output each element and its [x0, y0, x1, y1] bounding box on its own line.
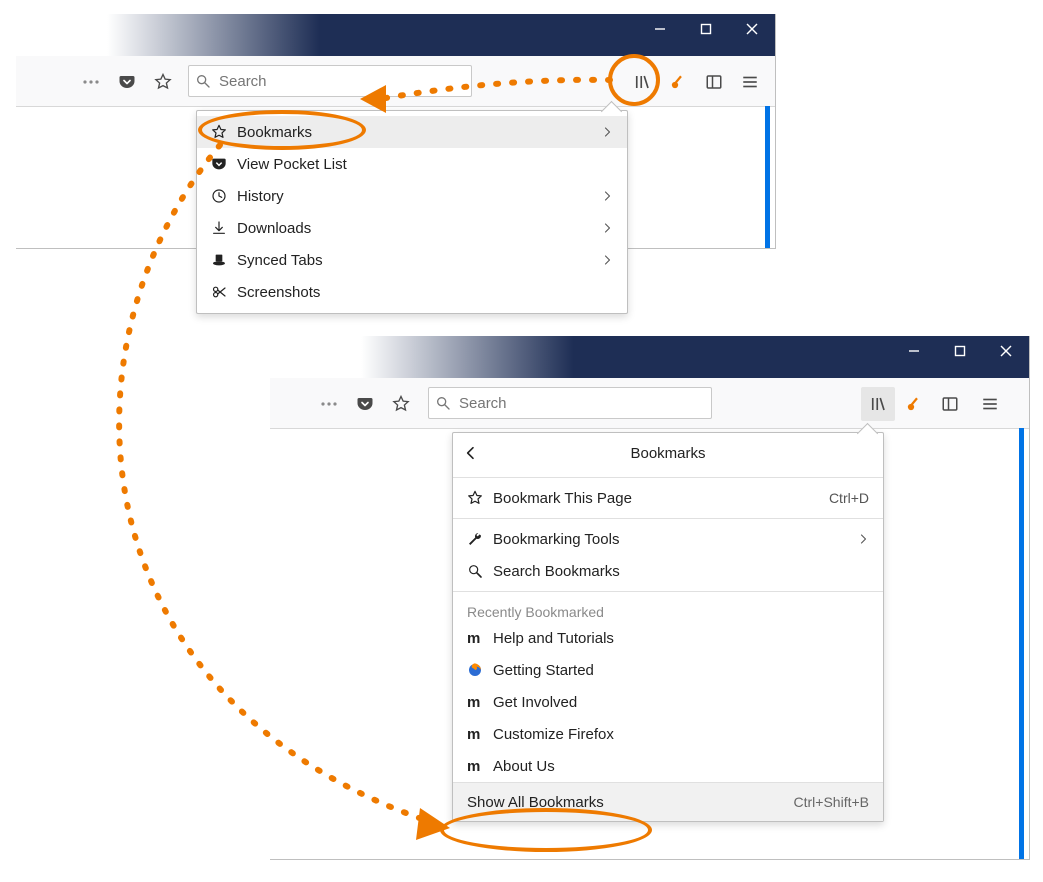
back-button[interactable]: [463, 433, 479, 473]
screenshots-icon: [211, 284, 233, 300]
window1-minimize-button[interactable]: [637, 14, 683, 44]
bookmark-this-page-item-label: Bookmark This Page: [489, 490, 829, 507]
pocket-button[interactable]: [348, 387, 382, 421]
library-menu-item-screenshots-label: Screenshots: [233, 284, 613, 301]
show-all-bookmarks-label: Show All Bookmarks: [467, 794, 604, 811]
pocket-icon: [211, 156, 233, 172]
chevron-right-icon: [601, 254, 613, 266]
key-credential-button[interactable]: [897, 387, 931, 421]
recent-help-and-tutorials-label: Help and Tutorials: [489, 630, 869, 647]
chevron-right-icon: [601, 190, 613, 202]
chevron-right-icon: [601, 126, 613, 138]
library-dropdown-menu: Bookmarks View Pocket List History Download…: [196, 110, 628, 314]
recent-help-and-tutorials[interactable]: mHelp and Tutorials: [453, 622, 883, 654]
bm-bookmarking-tools[interactable]: Bookmarking Tools: [453, 523, 883, 555]
library-menu-item-downloads-label: Downloads: [233, 220, 601, 237]
library-menu-item-synced-tabs-label: Synced Tabs: [233, 252, 601, 269]
wrench-icon: [467, 531, 489, 547]
library-button[interactable]: [625, 65, 659, 99]
firefox-icon: [467, 662, 489, 678]
bookmarks-dropdown-menu: Bookmarks Bookmark This PageCtrl+D Bookm…: [452, 432, 884, 822]
star-outline-icon: [211, 124, 233, 140]
library-menu-item-bookmarks-label: Bookmarks: [233, 124, 601, 141]
library-menu-item-downloads[interactable]: Downloads: [197, 212, 627, 244]
page-actions-button[interactable]: [312, 387, 346, 421]
star-outline-icon: [467, 490, 489, 506]
mozilla-icon: m: [467, 695, 489, 710]
recent-about-us[interactable]: mAbout Us: [453, 750, 883, 782]
recent-getting-started[interactable]: Getting Started: [453, 654, 883, 686]
library-menu-item-screenshots[interactable]: Screenshots: [197, 276, 627, 308]
recently-bookmarked-label: Recently Bookmarked: [453, 596, 883, 622]
library-menu-item-view-pocket-list[interactable]: View Pocket List: [197, 148, 627, 180]
search-box[interactable]: [188, 65, 472, 97]
library-menu-item-history[interactable]: History: [197, 180, 627, 212]
chevron-right-icon: [857, 533, 869, 545]
window1-toolbar: [16, 56, 775, 107]
window1-maximize-button[interactable]: [683, 14, 729, 44]
library-menu-item-bookmarks[interactable]: Bookmarks: [197, 116, 627, 148]
mozilla-icon: m: [467, 759, 489, 774]
library-button-active[interactable]: [861, 387, 895, 421]
recent-customize-firefox-label: Customize Firefox: [489, 726, 869, 743]
synced-tabs-icon: [211, 252, 233, 268]
hamburger-menu-button[interactable]: [973, 387, 1007, 421]
show-all-bookmarks-shortcut: Ctrl+Shift+B: [794, 794, 869, 810]
bm-bookmarking-tools-label: Bookmarking Tools: [489, 531, 857, 548]
window2-close-button[interactable]: [983, 336, 1029, 366]
window1-close-button[interactable]: [729, 14, 775, 44]
bookmark-this-page-item[interactable]: Bookmark This PageCtrl+D: [453, 482, 883, 514]
search-input[interactable]: [217, 72, 465, 91]
page-actions-button[interactable]: [74, 65, 108, 99]
bm-search-bookmarks[interactable]: Search Bookmarks: [453, 555, 883, 587]
window2-titlebar: [270, 336, 1029, 378]
key-credential-button[interactable]: [661, 65, 695, 99]
hamburger-menu-button[interactable]: [733, 65, 767, 99]
magnifier-icon: [195, 73, 211, 89]
recent-get-involved-label: Get Involved: [489, 694, 869, 711]
bookmarks-menu-header: Bookmarks: [453, 433, 883, 473]
window1-titlebar: [16, 14, 775, 56]
bm-search-bookmarks-label: Search Bookmarks: [489, 563, 869, 580]
show-all-bookmarks-item[interactable]: Show All Bookmarks Ctrl+Shift+B: [453, 782, 883, 821]
bookmarks-menu-title: Bookmarks: [630, 445, 705, 462]
library-menu-item-history-label: History: [233, 188, 601, 205]
recent-getting-started-label: Getting Started: [489, 662, 869, 679]
bookmark-this-page-item-shortcut: Ctrl+D: [829, 490, 869, 506]
magnifier-icon: [435, 395, 451, 411]
mozilla-icon: m: [467, 631, 489, 646]
sidebar-toggle-button[interactable]: [933, 387, 967, 421]
recent-get-involved[interactable]: mGet Involved: [453, 686, 883, 718]
library-menu-item-synced-tabs[interactable]: Synced Tabs: [197, 244, 627, 276]
library-menu-item-view-pocket-list-label: View Pocket List: [233, 156, 613, 173]
sidebar-toggle-button[interactable]: [697, 65, 731, 99]
window2-toolbar: [270, 378, 1029, 429]
bookmark-star-button[interactable]: [146, 65, 180, 99]
search-box[interactable]: [428, 387, 712, 419]
magnifier-icon: [467, 563, 489, 579]
window2-minimize-button[interactable]: [891, 336, 937, 366]
chevron-right-icon: [601, 222, 613, 234]
recent-customize-firefox[interactable]: mCustomize Firefox: [453, 718, 883, 750]
window2-maximize-button[interactable]: [937, 336, 983, 366]
recent-about-us-label: About Us: [489, 758, 869, 775]
pocket-button[interactable]: [110, 65, 144, 99]
bookmark-star-button[interactable]: [384, 387, 418, 421]
mozilla-icon: m: [467, 727, 489, 742]
clock-icon: [211, 188, 233, 204]
search-input[interactable]: [457, 394, 705, 413]
download-icon: [211, 220, 233, 236]
